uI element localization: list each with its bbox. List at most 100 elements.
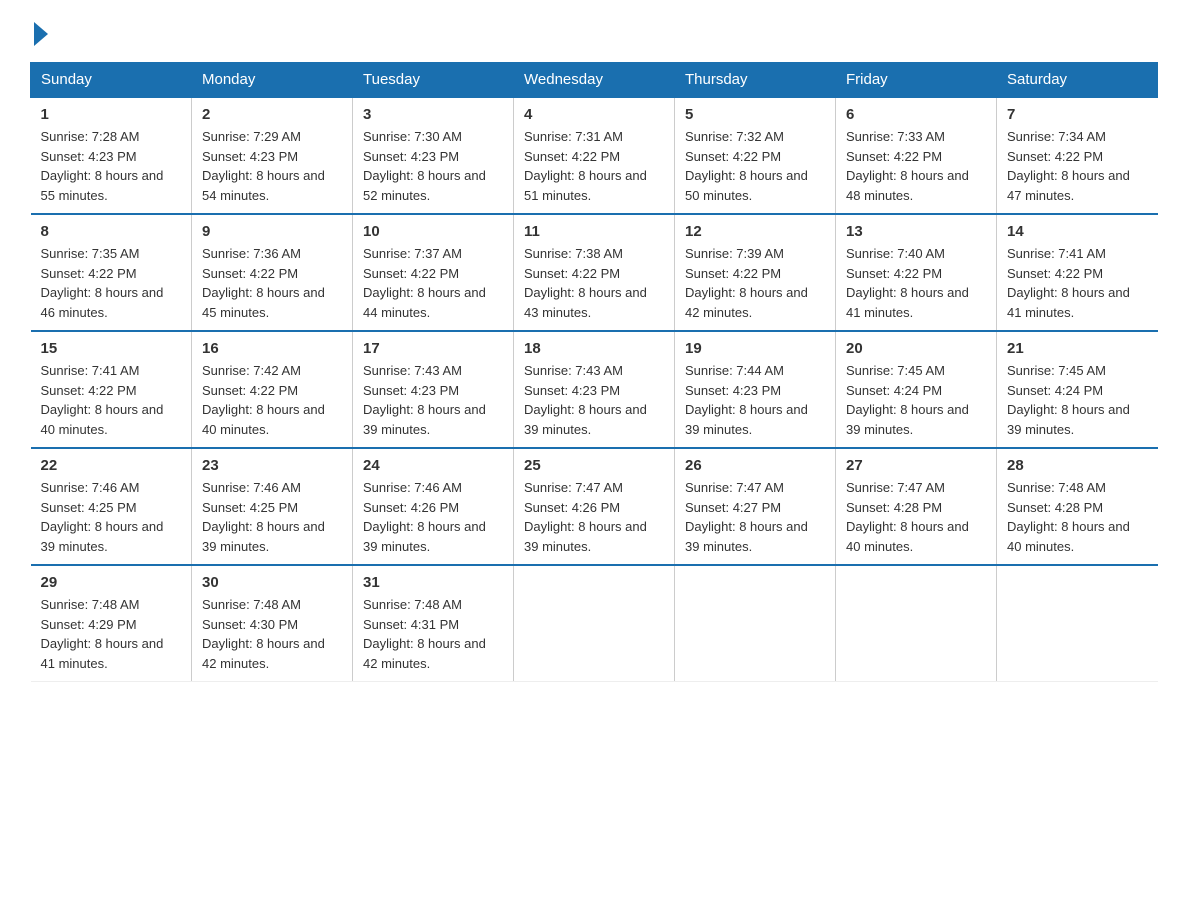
day-of-week-header: Saturday (997, 63, 1158, 98)
calendar-day-cell: 31 Sunrise: 7:48 AMSunset: 4:31 PMDaylig… (353, 565, 514, 682)
calendar-day-cell: 28 Sunrise: 7:48 AMSunset: 4:28 PMDaylig… (997, 448, 1158, 565)
calendar-week-row: 15 Sunrise: 7:41 AMSunset: 4:22 PMDaylig… (31, 331, 1158, 448)
day-number: 7 (1007, 106, 1148, 123)
day-number: 15 (41, 340, 182, 357)
calendar-day-cell (514, 565, 675, 682)
calendar-day-cell: 24 Sunrise: 7:46 AMSunset: 4:26 PMDaylig… (353, 448, 514, 565)
day-number: 24 (363, 457, 503, 474)
calendar-day-cell: 29 Sunrise: 7:48 AMSunset: 4:29 PMDaylig… (31, 565, 192, 682)
day-number: 26 (685, 457, 825, 474)
day-info: Sunrise: 7:37 AMSunset: 4:22 PMDaylight:… (363, 246, 486, 320)
day-number: 21 (1007, 340, 1148, 357)
day-info: Sunrise: 7:48 AMSunset: 4:29 PMDaylight:… (41, 597, 164, 671)
day-info: Sunrise: 7:30 AMSunset: 4:23 PMDaylight:… (363, 129, 486, 203)
calendar-day-cell: 11 Sunrise: 7:38 AMSunset: 4:22 PMDaylig… (514, 214, 675, 331)
calendar-day-cell: 7 Sunrise: 7:34 AMSunset: 4:22 PMDayligh… (997, 97, 1158, 214)
day-number: 20 (846, 340, 986, 357)
day-info: Sunrise: 7:29 AMSunset: 4:23 PMDaylight:… (202, 129, 325, 203)
day-number: 3 (363, 106, 503, 123)
day-of-week-header: Monday (192, 63, 353, 98)
calendar-day-cell (997, 565, 1158, 682)
calendar-day-cell: 4 Sunrise: 7:31 AMSunset: 4:22 PMDayligh… (514, 97, 675, 214)
calendar-day-cell: 25 Sunrise: 7:47 AMSunset: 4:26 PMDaylig… (514, 448, 675, 565)
day-info: Sunrise: 7:45 AMSunset: 4:24 PMDaylight:… (1007, 363, 1130, 437)
day-number: 18 (524, 340, 664, 357)
logo (30, 20, 48, 42)
calendar-day-cell: 22 Sunrise: 7:46 AMSunset: 4:25 PMDaylig… (31, 448, 192, 565)
day-of-week-header: Sunday (31, 63, 192, 98)
day-number: 9 (202, 223, 342, 240)
day-number: 4 (524, 106, 664, 123)
day-number: 10 (363, 223, 503, 240)
logo-arrow-icon (34, 22, 48, 46)
calendar-day-cell: 16 Sunrise: 7:42 AMSunset: 4:22 PMDaylig… (192, 331, 353, 448)
calendar-day-cell: 15 Sunrise: 7:41 AMSunset: 4:22 PMDaylig… (31, 331, 192, 448)
calendar-day-cell: 6 Sunrise: 7:33 AMSunset: 4:22 PMDayligh… (836, 97, 997, 214)
calendar-day-cell (675, 565, 836, 682)
day-number: 22 (41, 457, 182, 474)
calendar-day-cell: 8 Sunrise: 7:35 AMSunset: 4:22 PMDayligh… (31, 214, 192, 331)
day-number: 14 (1007, 223, 1148, 240)
day-info: Sunrise: 7:28 AMSunset: 4:23 PMDaylight:… (41, 129, 164, 203)
day-info: Sunrise: 7:38 AMSunset: 4:22 PMDaylight:… (524, 246, 647, 320)
day-info: Sunrise: 7:41 AMSunset: 4:22 PMDaylight:… (1007, 246, 1130, 320)
day-info: Sunrise: 7:31 AMSunset: 4:22 PMDaylight:… (524, 129, 647, 203)
day-info: Sunrise: 7:48 AMSunset: 4:28 PMDaylight:… (1007, 480, 1130, 554)
day-of-week-header: Tuesday (353, 63, 514, 98)
day-info: Sunrise: 7:46 AMSunset: 4:25 PMDaylight:… (41, 480, 164, 554)
calendar-week-row: 29 Sunrise: 7:48 AMSunset: 4:29 PMDaylig… (31, 565, 1158, 682)
day-info: Sunrise: 7:33 AMSunset: 4:22 PMDaylight:… (846, 129, 969, 203)
day-info: Sunrise: 7:41 AMSunset: 4:22 PMDaylight:… (41, 363, 164, 437)
day-info: Sunrise: 7:34 AMSunset: 4:22 PMDaylight:… (1007, 129, 1130, 203)
calendar-week-row: 1 Sunrise: 7:28 AMSunset: 4:23 PMDayligh… (31, 97, 1158, 214)
calendar-week-row: 8 Sunrise: 7:35 AMSunset: 4:22 PMDayligh… (31, 214, 1158, 331)
day-of-week-header: Wednesday (514, 63, 675, 98)
calendar-day-cell: 9 Sunrise: 7:36 AMSunset: 4:22 PMDayligh… (192, 214, 353, 331)
calendar-day-cell: 3 Sunrise: 7:30 AMSunset: 4:23 PMDayligh… (353, 97, 514, 214)
day-info: Sunrise: 7:40 AMSunset: 4:22 PMDaylight:… (846, 246, 969, 320)
calendar-day-cell: 10 Sunrise: 7:37 AMSunset: 4:22 PMDaylig… (353, 214, 514, 331)
day-number: 31 (363, 574, 503, 591)
day-number: 8 (41, 223, 182, 240)
day-number: 11 (524, 223, 664, 240)
calendar-day-cell: 26 Sunrise: 7:47 AMSunset: 4:27 PMDaylig… (675, 448, 836, 565)
day-info: Sunrise: 7:43 AMSunset: 4:23 PMDaylight:… (363, 363, 486, 437)
day-number: 30 (202, 574, 342, 591)
calendar-day-cell: 17 Sunrise: 7:43 AMSunset: 4:23 PMDaylig… (353, 331, 514, 448)
day-of-week-header: Thursday (675, 63, 836, 98)
day-number: 2 (202, 106, 342, 123)
day-info: Sunrise: 7:46 AMSunset: 4:26 PMDaylight:… (363, 480, 486, 554)
day-info: Sunrise: 7:35 AMSunset: 4:22 PMDaylight:… (41, 246, 164, 320)
day-info: Sunrise: 7:46 AMSunset: 4:25 PMDaylight:… (202, 480, 325, 554)
calendar-day-cell: 13 Sunrise: 7:40 AMSunset: 4:22 PMDaylig… (836, 214, 997, 331)
day-info: Sunrise: 7:44 AMSunset: 4:23 PMDaylight:… (685, 363, 808, 437)
calendar-day-cell: 30 Sunrise: 7:48 AMSunset: 4:30 PMDaylig… (192, 565, 353, 682)
calendar-day-cell: 14 Sunrise: 7:41 AMSunset: 4:22 PMDaylig… (997, 214, 1158, 331)
day-number: 27 (846, 457, 986, 474)
calendar-day-cell: 27 Sunrise: 7:47 AMSunset: 4:28 PMDaylig… (836, 448, 997, 565)
calendar-week-row: 22 Sunrise: 7:46 AMSunset: 4:25 PMDaylig… (31, 448, 1158, 565)
day-number: 5 (685, 106, 825, 123)
day-of-week-header: Friday (836, 63, 997, 98)
calendar-day-cell: 20 Sunrise: 7:45 AMSunset: 4:24 PMDaylig… (836, 331, 997, 448)
calendar-day-cell: 23 Sunrise: 7:46 AMSunset: 4:25 PMDaylig… (192, 448, 353, 565)
calendar-day-cell: 12 Sunrise: 7:39 AMSunset: 4:22 PMDaylig… (675, 214, 836, 331)
day-info: Sunrise: 7:47 AMSunset: 4:27 PMDaylight:… (685, 480, 808, 554)
calendar-day-cell (836, 565, 997, 682)
day-info: Sunrise: 7:32 AMSunset: 4:22 PMDaylight:… (685, 129, 808, 203)
day-info: Sunrise: 7:48 AMSunset: 4:31 PMDaylight:… (363, 597, 486, 671)
page-header (30, 20, 1158, 42)
calendar-day-cell: 18 Sunrise: 7:43 AMSunset: 4:23 PMDaylig… (514, 331, 675, 448)
day-number: 28 (1007, 457, 1148, 474)
day-info: Sunrise: 7:48 AMSunset: 4:30 PMDaylight:… (202, 597, 325, 671)
day-info: Sunrise: 7:42 AMSunset: 4:22 PMDaylight:… (202, 363, 325, 437)
day-number: 13 (846, 223, 986, 240)
calendar-day-cell: 19 Sunrise: 7:44 AMSunset: 4:23 PMDaylig… (675, 331, 836, 448)
day-info: Sunrise: 7:43 AMSunset: 4:23 PMDaylight:… (524, 363, 647, 437)
day-info: Sunrise: 7:39 AMSunset: 4:22 PMDaylight:… (685, 246, 808, 320)
calendar-table: SundayMondayTuesdayWednesdayThursdayFrid… (30, 62, 1158, 682)
calendar-header-row: SundayMondayTuesdayWednesdayThursdayFrid… (31, 63, 1158, 98)
calendar-day-cell: 1 Sunrise: 7:28 AMSunset: 4:23 PMDayligh… (31, 97, 192, 214)
day-info: Sunrise: 7:47 AMSunset: 4:28 PMDaylight:… (846, 480, 969, 554)
day-info: Sunrise: 7:36 AMSunset: 4:22 PMDaylight:… (202, 246, 325, 320)
